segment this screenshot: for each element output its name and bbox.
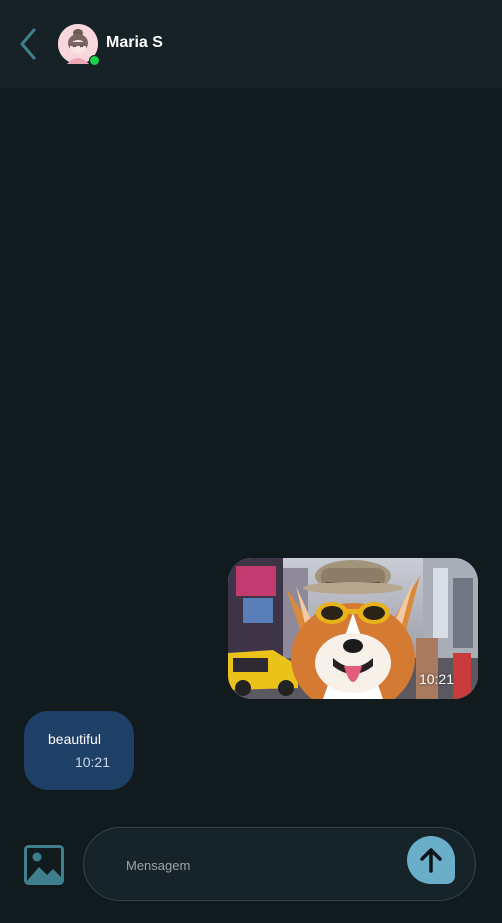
message-time: 10:21 [418, 671, 454, 687]
send-button[interactable] [407, 836, 455, 884]
message-input[interactable] [124, 852, 398, 878]
image-message[interactable]: 10:21 [228, 558, 478, 699]
incoming-message-bubble[interactable]: beautiful 10:21 [24, 711, 134, 790]
image-icon [24, 845, 64, 885]
back-button[interactable] [14, 26, 42, 62]
chevron-left-icon [20, 28, 36, 60]
message-text: beautiful [48, 731, 101, 747]
contact-name[interactable]: Maria S [106, 34, 163, 52]
arrow-up-icon [420, 848, 442, 873]
message-time: 10:21 [74, 754, 110, 770]
attach-image-button[interactable] [24, 845, 64, 885]
online-status-dot [89, 55, 100, 66]
avatar[interactable] [58, 24, 100, 66]
chat-header: Maria S [0, 0, 502, 88]
message-composer [83, 827, 476, 901]
